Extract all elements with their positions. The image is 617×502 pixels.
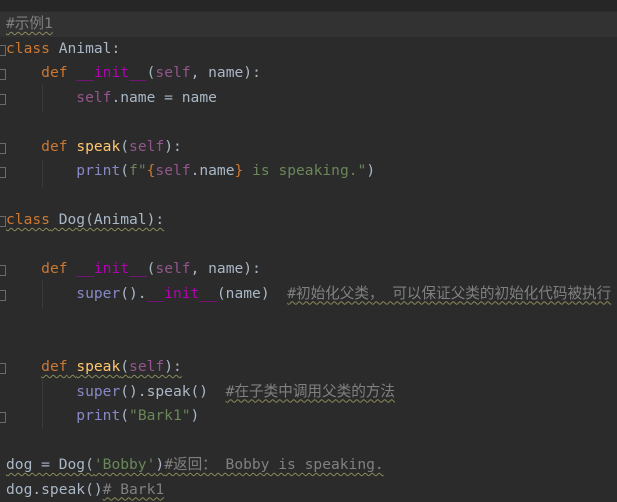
code-token <box>6 407 76 424</box>
code-token: ().speak() <box>120 383 225 400</box>
code-token <box>68 138 77 155</box>
code-token <box>68 260 77 277</box>
code-token: class <box>6 211 50 228</box>
code-token: ) <box>191 407 200 424</box>
code-token <box>6 383 76 400</box>
code-token: .name <box>191 162 235 179</box>
code-line[interactable]: self.name = name <box>6 86 617 111</box>
fold-marker-icon[interactable] <box>0 94 6 105</box>
code-token: #示例1 <box>6 15 53 32</box>
code-token: #在子类中调用父类的方法 <box>226 383 395 400</box>
code-line[interactable]: #示例1 <box>0 12 617 37</box>
fold-marker-icon[interactable] <box>0 143 6 154</box>
code-token: (). <box>120 285 146 302</box>
code-token: ( <box>120 358 129 375</box>
code-line[interactable] <box>6 233 617 258</box>
code-token: self <box>155 162 190 179</box>
code-token: __init__ <box>76 260 146 277</box>
code-token: print <box>76 407 120 424</box>
code-token: def <box>41 138 67 155</box>
code-token: class <box>6 40 50 57</box>
code-line[interactable]: def __init__(self, name): <box>6 61 617 86</box>
code-line[interactable]: class Animal: <box>6 37 617 62</box>
code-token: ) <box>366 162 375 179</box>
code-token: (name) <box>217 285 287 302</box>
code-line[interactable]: print("Bark1") <box>6 404 617 429</box>
code-token: speak <box>76 358 120 375</box>
code-line[interactable]: super().__init__(name) #初始化父类， 可以保证父类的初始… <box>6 282 617 307</box>
code-line[interactable] <box>6 306 617 331</box>
code-line[interactable] <box>6 184 617 209</box>
code-token <box>6 89 76 106</box>
code-token: , name): <box>191 64 261 81</box>
code-line[interactable] <box>6 429 617 454</box>
fold-marker-icon[interactable] <box>0 363 6 374</box>
code-token: self <box>155 260 190 277</box>
fold-marker-icon[interactable] <box>0 216 6 227</box>
code-token: ( <box>120 162 129 179</box>
code-line[interactable] <box>6 331 617 356</box>
code-token: super <box>76 383 120 400</box>
code-token: .name = name <box>111 89 216 106</box>
code-token: self <box>76 89 111 106</box>
code-token: def <box>41 64 67 81</box>
code-token <box>68 64 77 81</box>
code-token: ): <box>164 138 182 155</box>
code-token: # Bark1 <box>103 481 165 498</box>
code-token <box>6 358 41 375</box>
code-token: 'Bobby' <box>94 456 156 473</box>
fold-marker-icon[interactable] <box>0 167 6 178</box>
code-token: , name): <box>191 260 261 277</box>
code-token: ( <box>120 407 129 424</box>
code-editor[interactable]: #示例1class Animal: def __init__(self, nam… <box>6 12 617 502</box>
code-token: speak <box>76 138 120 155</box>
fold-marker-icon[interactable] <box>0 290 6 301</box>
code-token: f" <box>129 162 147 179</box>
code-token: } <box>235 162 244 179</box>
code-line[interactable]: class Dog(Animal): <box>6 208 617 233</box>
code-token: Animal: <box>50 40 120 57</box>
code-token: ): <box>164 358 182 375</box>
code-line[interactable]: dog.speak()# Bark1 <box>6 478 617 502</box>
code-token: #初始化父类， 可以保证父类的初始化代码被执行 <box>287 285 611 302</box>
code-line[interactable] <box>6 110 617 135</box>
code-line[interactable]: dog = Dog('Bobby')#返回： Bobby is speaking… <box>6 453 617 478</box>
code-token: __init__ <box>76 64 146 81</box>
code-token: ( <box>120 138 129 155</box>
code-line[interactable]: def __init__(self, name): <box>6 257 617 282</box>
code-token <box>6 260 41 277</box>
code-token: self <box>155 64 190 81</box>
code-line[interactable]: def speak(self): <box>6 135 617 160</box>
code-token: ) <box>155 456 164 473</box>
fold-marker-icon[interactable] <box>0 412 6 423</box>
code-token: def <box>41 358 67 375</box>
code-token: super <box>76 285 120 302</box>
fold-marker-icon[interactable] <box>0 69 6 80</box>
code-line[interactable]: super().speak() #在子类中调用父类的方法 <box>6 380 617 405</box>
code-line[interactable]: print(f"{self.name} is speaking.") <box>6 159 617 184</box>
code-token: dog = Dog( <box>6 456 94 473</box>
fold-marker-icon[interactable] <box>0 265 6 276</box>
code-token: print <box>76 162 120 179</box>
code-token <box>68 358 77 375</box>
code-line[interactable]: def speak(self): <box>6 355 617 380</box>
code-token: dog.speak() <box>6 481 103 498</box>
code-token: __init__ <box>147 285 217 302</box>
code-token <box>6 285 76 302</box>
code-token: is speaking." <box>243 162 366 179</box>
code-token: def <box>41 260 67 277</box>
code-token: self <box>129 138 164 155</box>
code-token: #返回： Bobby is speaking. <box>164 456 384 473</box>
code-token <box>6 64 41 81</box>
code-token: Dog(Animal): <box>50 211 164 228</box>
code-token <box>6 162 76 179</box>
fold-marker-icon[interactable] <box>0 45 6 56</box>
code-token <box>6 138 41 155</box>
code-token: self <box>129 358 164 375</box>
code-token: "Bark1" <box>129 407 191 424</box>
editor-top-bar <box>0 0 617 11</box>
